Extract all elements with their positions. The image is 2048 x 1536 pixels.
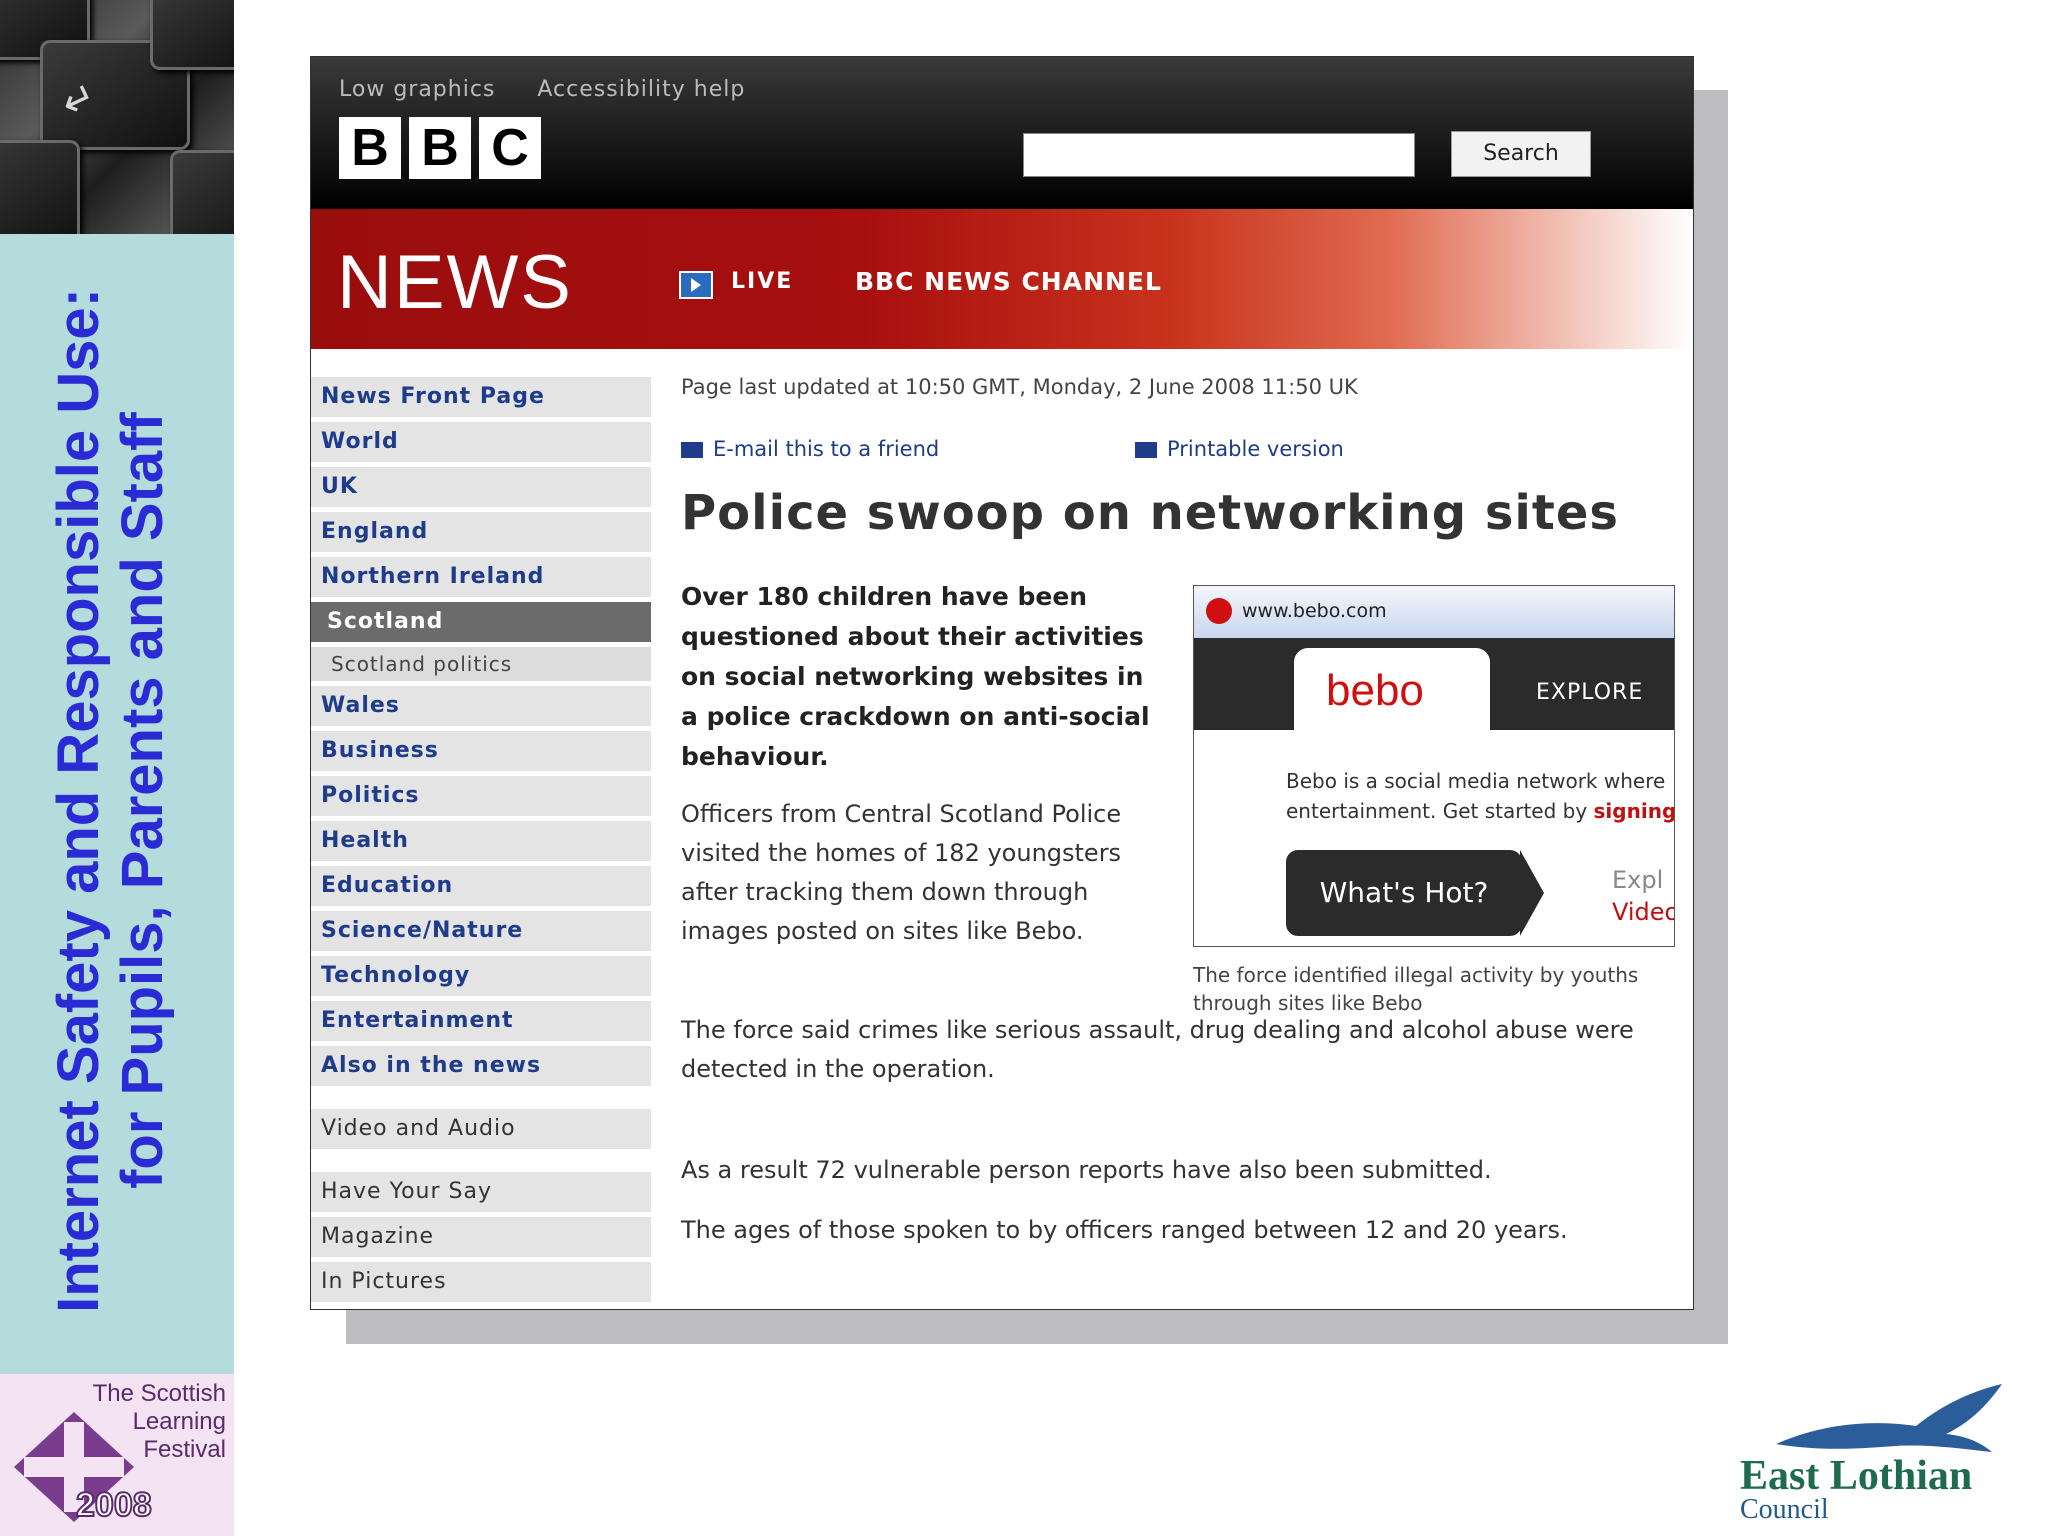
bebo-side-links: Expl Video: [1612, 864, 1675, 928]
nav-item-uk[interactable]: UK: [311, 467, 651, 507]
image-caption: The force identified illegal activity by…: [1193, 963, 1639, 1015]
article-headline: Police swoop on networking sites: [681, 485, 1619, 541]
bbc-logo-letter: C: [479, 117, 541, 179]
nav-item-wales[interactable]: Wales: [311, 686, 651, 726]
slide-title-line1: Internet Safety and Responsible Use:: [46, 287, 111, 1313]
accessibility-help-link[interactable]: Accessibility help: [537, 77, 745, 102]
search-input[interactable]: [1023, 133, 1415, 177]
nav-item-scotland-politics[interactable]: Scotland politics: [311, 647, 651, 681]
bebo-whats-hot-button: What's Hot?: [1286, 850, 1522, 936]
printer-icon: [1135, 442, 1157, 458]
top-links: Low graphics Accessibility help: [339, 77, 779, 102]
nav-item-have-your-say[interactable]: Have Your Say: [311, 1172, 651, 1212]
council-suffix: Council: [1740, 1494, 1829, 1525]
bebo-screenshot: www.bebo.com bebo EXPLORE Bebo is a soci…: [1193, 585, 1675, 947]
nav-item-also-in-the-news[interactable]: Also in the news: [311, 1046, 651, 1086]
slide-title-line2: for Pupils, Parents and Staff: [110, 411, 175, 1189]
slide-title: Internet Safety and Responsible Use: for…: [36, 270, 186, 1330]
news-section-title[interactable]: NEWS: [337, 239, 573, 326]
email-friend-label: E-mail this to a friend: [713, 437, 940, 461]
nav-item-education[interactable]: Education: [311, 866, 651, 906]
bebo-logo: bebo: [1326, 666, 1424, 715]
nav-item-science-nature[interactable]: Science/Nature: [311, 911, 651, 951]
bbc-logo-letter: B: [339, 117, 401, 179]
bebo-explore-tab: EXPLORE: [1536, 680, 1644, 705]
bebo-desc-line2: entertainment. Get started by: [1286, 799, 1588, 823]
search-button[interactable]: Search: [1451, 131, 1591, 177]
festival-year: 2008: [75, 1485, 153, 1525]
email-friend-link[interactable]: E-mail this to a friend: [681, 437, 939, 461]
news-banner: NEWS LIVE BBC NEWS CHANNEL: [311, 209, 1693, 349]
nav-item-magazine[interactable]: Magazine: [311, 1217, 651, 1257]
bebo-favicon-icon: [1206, 598, 1232, 624]
bbc-header: Low graphics Accessibility help B B C Se…: [311, 57, 1693, 209]
bebo-address-bar: www.bebo.com: [1194, 586, 1674, 638]
bbc-logo-letter: B: [409, 117, 471, 179]
article-paragraph: Officers from Central Scotland Police vi…: [681, 800, 1122, 945]
nav-item-world[interactable]: World: [311, 422, 651, 462]
bebo-hot-arrow-icon: [1520, 850, 1544, 936]
bebo-side-explore: Expl: [1612, 866, 1664, 894]
printable-version-label: Printable version: [1167, 437, 1344, 461]
bebo-signing-link: signing: [1593, 799, 1675, 823]
nav-item-video-and-audio[interactable]: Video and Audio: [311, 1109, 651, 1149]
council-name: East Lothian: [1740, 1453, 1973, 1499]
play-icon[interactable]: [679, 271, 713, 299]
article-intro: Over 180 children have been questioned a…: [681, 582, 1150, 771]
article-paragraph: The ages of those spoken to by officers …: [681, 1216, 1568, 1244]
festival-name: The Scottish Learning Festival: [92, 1380, 226, 1463]
bebo-url: www.bebo.com: [1242, 600, 1387, 622]
nav-item-scotland[interactable]: Scotland: [311, 602, 651, 642]
left-navigation: News Front Page World UK England Norther…: [311, 377, 651, 1307]
low-graphics-link[interactable]: Low graphics: [339, 77, 495, 102]
nav-item-politics[interactable]: Politics: [311, 776, 651, 816]
nav-item-news-front-page[interactable]: News Front Page: [311, 377, 651, 417]
live-label[interactable]: LIVE: [731, 269, 793, 294]
nav-item-england[interactable]: England: [311, 512, 651, 552]
nav-item-health[interactable]: Health: [311, 821, 651, 861]
slide-sidebar: ↵ Internet Safety and Responsible Use: f…: [0, 0, 234, 1536]
east-lothian-council-logo: East Lothian Council: [1740, 1380, 2040, 1530]
article-paragraph: The force said crimes like serious assau…: [681, 1016, 1634, 1083]
nav-item-entertainment[interactable]: Entertainment: [311, 1001, 651, 1041]
news-channel-link[interactable]: BBC NEWS CHANNEL: [855, 267, 1162, 296]
nav-item-business[interactable]: Business: [311, 731, 651, 771]
bbc-logo[interactable]: B B C: [339, 117, 541, 179]
envelope-icon: [681, 442, 703, 458]
bebo-desc-line1: Bebo is a social media network where: [1286, 769, 1666, 793]
bird-icon: [1776, 1384, 2002, 1452]
nav-item-in-pictures[interactable]: In Pictures: [311, 1262, 651, 1302]
bebo-side-video: Video: [1612, 898, 1675, 926]
nav-item-northern-ireland[interactable]: Northern Ireland: [311, 557, 651, 597]
keyboard-image: ↵: [0, 0, 234, 234]
last-updated: Page last updated at 10:50 GMT, Monday, …: [681, 375, 1358, 399]
article-paragraph: As a result 72 vulnerable person reports…: [681, 1156, 1492, 1184]
bbc-news-screenshot: Low graphics Accessibility help B B C Se…: [310, 56, 1694, 1310]
nav-item-technology[interactable]: Technology: [311, 956, 651, 996]
bebo-description: Bebo is a social media network where ent…: [1286, 766, 1675, 826]
printable-version-link[interactable]: Printable version: [1135, 437, 1344, 461]
festival-logo: The Scottish Learning Festival 2008: [0, 1374, 234, 1536]
